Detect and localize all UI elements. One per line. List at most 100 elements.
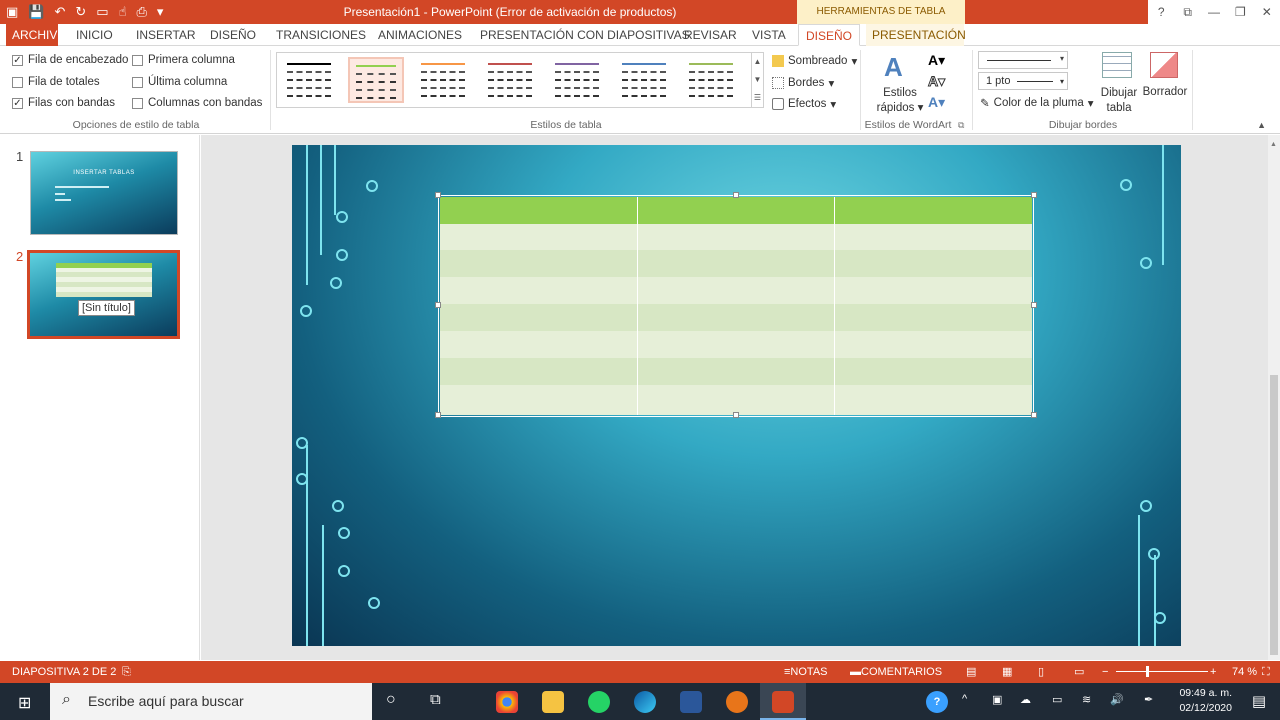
table-style-swatch[interactable] <box>281 57 337 103</box>
powerpoint-taskbar-button[interactable] <box>760 683 806 720</box>
table-style-swatch[interactable] <box>415 57 471 103</box>
taskbar-clock[interactable]: 09:49 a. m. 02/12/2020 <box>1179 686 1232 716</box>
zoom-level[interactable]: 74 % <box>1232 661 1257 683</box>
resize-handle[interactable] <box>1031 192 1037 198</box>
notifications-icon[interactable]: ▤ <box>1252 692 1266 710</box>
checkbox-banded-columns[interactable]: Columnas con bandas <box>132 97 262 109</box>
quick-styles-button[interactable]: Estilos rápidos ▾ <box>870 86 930 116</box>
tab-insert[interactable]: INSERTAR <box>130 24 202 46</box>
volume-icon[interactable]: 🔊 <box>1110 693 1124 706</box>
pen-color-button[interactable]: ✎ Color de la pluma ▾ <box>980 96 1094 110</box>
customize-qat-icon[interactable]: ▾ <box>157 2 164 22</box>
tab-home[interactable]: INICIO <box>70 24 119 46</box>
dialog-launcher-icon[interactable]: ⧉ <box>958 120 964 131</box>
whatsapp-icon[interactable] <box>588 691 610 713</box>
tab-table-layout[interactable]: PRESENTACIÓN <box>866 24 966 46</box>
table-style-swatch[interactable] <box>348 57 404 103</box>
resize-handle[interactable] <box>435 302 441 308</box>
task-view-icon[interactable]: ⧉ <box>430 691 441 708</box>
close-icon[interactable]: ✕ <box>1254 0 1280 24</box>
table-style-swatch[interactable] <box>683 57 739 103</box>
cortana-icon[interactable]: ○ <box>386 691 396 709</box>
save-icon[interactable]: 💾 <box>28 2 44 22</box>
normal-view-icon[interactable]: ▤ <box>966 661 976 683</box>
checkbox-total-row[interactable]: Fila de totales <box>12 76 100 88</box>
slide-canvas[interactable] <box>292 145 1181 646</box>
gallery-up-icon[interactable]: ▲ <box>752 53 763 71</box>
windows-start-icon[interactable]: ⊞ <box>18 693 31 713</box>
text-outline-icon[interactable]: A▾ <box>927 73 945 90</box>
checkbox-header-row[interactable]: ✓ Fila de encabezado <box>12 54 128 66</box>
reading-view-icon[interactable]: ▯ <box>1038 661 1044 683</box>
shading-button[interactable]: Sombreado ▾ <box>772 54 857 68</box>
resize-handle[interactable] <box>435 412 441 418</box>
eraser-button[interactable]: Borrador <box>1140 86 1190 98</box>
help-button[interactable]: ? <box>1148 0 1174 24</box>
fit-slide-icon[interactable]: ⛶ <box>1262 661 1270 683</box>
file-explorer-icon[interactable] <box>542 691 564 713</box>
help-tray-icon[interactable]: ? <box>926 691 948 713</box>
onedrive-icon[interactable]: ☁ <box>1020 693 1031 706</box>
pen-tray-icon[interactable]: ✒ <box>1144 693 1153 706</box>
slideshow-icon[interactable]: ▭ <box>1074 661 1084 683</box>
resize-handle[interactable] <box>1031 412 1037 418</box>
draw-table-button[interactable]: Dibujar tabla <box>1096 86 1142 116</box>
comments-button[interactable]: ▬ COMENTARIOS <box>850 661 942 683</box>
slide-sorter-icon[interactable]: ▦ <box>1002 661 1012 683</box>
tab-animations[interactable]: ANIMACIONES <box>372 24 468 46</box>
redo-icon[interactable]: ↻ <box>75 2 86 22</box>
pen-style-dropdown[interactable]: ▾ <box>978 51 1068 69</box>
gallery-down-icon[interactable]: ▼ <box>752 71 763 89</box>
checkbox-banded-rows[interactable]: ✓ Filas con bandas <box>12 97 115 109</box>
checkbox-last-column[interactable]: Última columna <box>132 76 227 88</box>
scroll-up-icon[interactable]: ▲ <box>1270 141 1278 151</box>
battery-icon[interactable]: ▭ <box>1052 693 1062 706</box>
zoom-out-icon[interactable]: − <box>1102 661 1108 683</box>
touch-mode-icon[interactable]: ☝ <box>119 2 127 22</box>
zoom-slider[interactable] <box>1116 671 1208 672</box>
resize-handle[interactable] <box>435 192 441 198</box>
start-from-beginning-icon[interactable]: ▭ <box>96 2 108 22</box>
vertical-scrollbar[interactable]: ▲ <box>1268 135 1280 660</box>
tray-app-icon[interactable]: ▣ <box>992 693 1002 706</box>
ribbon-display-icon[interactable]: ⧉ <box>1174 0 1200 24</box>
tab-file[interactable]: ARCHIVO <box>6 24 67 46</box>
gallery-more-icon[interactable]: ☰ <box>752 89 763 107</box>
tab-slideshow[interactable]: PRESENTACIÓN CON DIAPOSITIVAS <box>474 24 696 46</box>
text-effects-icon[interactable]: A▾ <box>928 94 945 111</box>
text-fill-icon[interactable]: A▾ <box>928 52 945 69</box>
restore-icon[interactable]: ❐ <box>1227 0 1253 24</box>
wifi-icon[interactable]: ≋ <box>1082 693 1091 706</box>
tab-transitions[interactable]: TRANSICIONES <box>270 24 372 46</box>
undo-icon[interactable]: ↶ <box>54 2 65 22</box>
minimize-icon[interactable]: — <box>1201 0 1227 24</box>
borders-button[interactable]: Bordes ▾ <box>772 76 834 90</box>
table-style-swatch[interactable] <box>482 57 538 103</box>
scrollbar-thumb[interactable] <box>1270 375 1278 655</box>
pen-weight-dropdown[interactable]: 1 pto ▾ <box>978 72 1068 90</box>
app-icon[interactable] <box>726 691 748 713</box>
print-preview-icon[interactable]: ⎙ <box>137 2 147 22</box>
effects-button[interactable]: Efectos ▾ <box>772 97 836 111</box>
tab-view[interactable]: VISTA <box>746 24 792 46</box>
word-icon[interactable] <box>680 691 702 713</box>
tab-review[interactable]: REVISAR <box>678 24 743 46</box>
collapse-ribbon-icon[interactable]: ▲ <box>1257 120 1266 130</box>
tab-design[interactable]: DISEÑO <box>204 24 262 46</box>
slide-thumbnail-2[interactable]: [Sin título] <box>27 250 180 339</box>
notes-button[interactable]: ≡ NOTAS <box>784 661 828 683</box>
zoom-in-icon[interactable]: + <box>1210 661 1216 683</box>
resize-handle[interactable] <box>1031 302 1037 308</box>
resize-handle[interactable] <box>733 192 739 198</box>
spelling-icon[interactable]: ⎘ <box>122 661 131 683</box>
table-style-swatch[interactable] <box>549 57 605 103</box>
tray-expand-icon[interactable]: ^ <box>962 693 967 705</box>
resize-handle[interactable] <box>733 412 739 418</box>
zoom-slider-thumb[interactable] <box>1146 666 1149 677</box>
taskbar-search-input[interactable]: Escribe aquí para buscar <box>50 683 372 720</box>
chrome-icon[interactable] <box>496 691 518 713</box>
checkbox-first-column[interactable]: Primera columna <box>132 54 235 66</box>
edge-icon[interactable] <box>634 691 656 713</box>
table-style-swatch[interactable] <box>616 57 672 103</box>
slide-thumbnail-1[interactable]: INSERTAR TABLAS <box>30 151 178 235</box>
